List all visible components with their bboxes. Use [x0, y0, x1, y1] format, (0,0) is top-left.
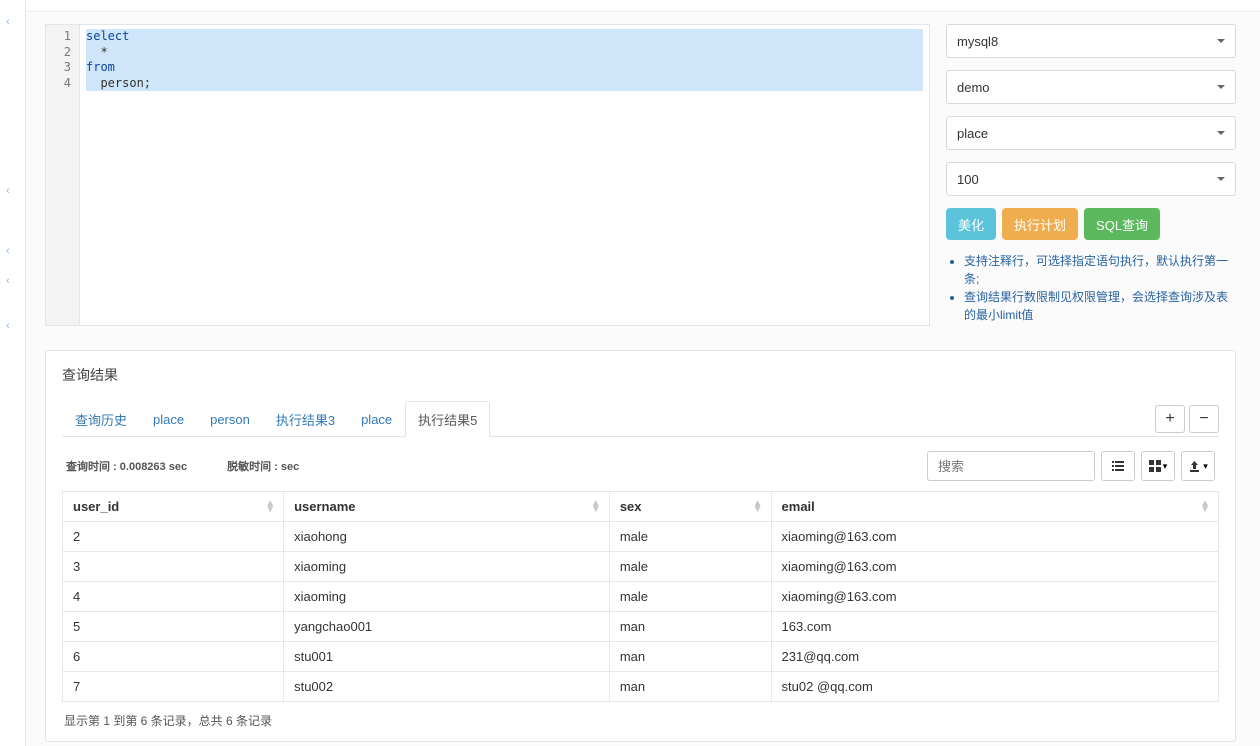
- cell: male: [609, 552, 771, 582]
- cell: xiaoming@163.com: [771, 522, 1218, 552]
- table-row[interactable]: 7 stu002 man stu02 @qq.com: [63, 672, 1219, 702]
- result-tab[interactable]: place: [140, 403, 197, 435]
- add-tab-button[interactable]: +: [1155, 405, 1185, 433]
- cell: man: [609, 672, 771, 702]
- beautify-button[interactable]: 美化: [946, 208, 996, 240]
- table-row[interactable]: 6stu001man231@qq.com: [63, 642, 1219, 672]
- rail-chevron-icon[interactable]: ‹: [6, 16, 10, 28]
- cell: 6: [63, 642, 284, 672]
- cell: man: [609, 612, 771, 642]
- line-number: 2: [46, 45, 71, 61]
- cell: stu002: [284, 672, 610, 702]
- sql-editor[interactable]: 1 2 3 4 select * from person;: [45, 24, 930, 326]
- sort-icon: ▲▼: [1200, 501, 1210, 513]
- result-tab[interactable]: 执行结果5: [405, 401, 490, 437]
- rail-chevron-icon[interactable]: ‹: [6, 275, 10, 287]
- rail-chevron-icon[interactable]: ‹: [6, 245, 10, 257]
- results-table: user_id▲▼username▲▼sex▲▼email▲▼ 2xiaohon…: [62, 491, 1219, 702]
- code-line: *: [86, 45, 923, 61]
- search-input[interactable]: [927, 451, 1095, 481]
- cell: man: [609, 642, 771, 672]
- code-line: from: [86, 60, 115, 74]
- line-number: 1: [46, 29, 71, 45]
- query-time: 查询时间 : 0.008263 sec: [66, 458, 187, 474]
- column-header[interactable]: user_id▲▼: [63, 492, 284, 522]
- database-select[interactable]: demo: [946, 70, 1236, 104]
- export-button[interactable]: ▾: [1181, 451, 1215, 481]
- hints: 支持注释行，可选择指定语句执行，默认执行第一条; 查询结果行数限制见权限管理，会…: [946, 252, 1236, 324]
- cell: male: [609, 582, 771, 612]
- top-toolbar: [26, 0, 1260, 12]
- column-header[interactable]: sex▲▼: [609, 492, 771, 522]
- table-row[interactable]: 5yangchao001man163.com: [63, 612, 1219, 642]
- sort-icon: ▲▼: [591, 501, 601, 513]
- rail-chevron-icon[interactable]: ‹: [6, 320, 10, 332]
- column-header[interactable]: email▲▼: [771, 492, 1218, 522]
- hint-text: 支持注释行，可选择指定语句执行，默认执行第一条;: [964, 252, 1236, 288]
- sort-icon: ▲▼: [265, 501, 275, 513]
- remove-tab-button[interactable]: −: [1189, 405, 1219, 433]
- table-select[interactable]: place: [946, 116, 1236, 150]
- cell: 5: [63, 612, 284, 642]
- hint-text: 查询结果行数限制见权限管理，会选择查询涉及表的最小limit值: [964, 288, 1236, 324]
- cell: 4: [63, 582, 284, 612]
- result-tab[interactable]: 执行结果3: [263, 401, 348, 437]
- table-row[interactable]: 4xiaomingmalexiaoming@163.com: [63, 582, 1219, 612]
- cell: stu001: [284, 642, 610, 672]
- sort-icon: ▲▼: [753, 501, 763, 513]
- grid-icon: [1149, 460, 1161, 472]
- cell: xiaoming: [284, 582, 610, 612]
- cell: 2: [63, 522, 284, 552]
- column-header[interactable]: username▲▼: [284, 492, 610, 522]
- chevron-down-icon: ▾: [1203, 461, 1208, 472]
- left-rail: ‹ ‹ ‹ ‹ ‹: [0, 0, 26, 746]
- run-query-button[interactable]: SQL查询: [1084, 208, 1160, 240]
- cell: xiaoming@163.com: [771, 552, 1218, 582]
- explain-button[interactable]: 执行计划: [1002, 208, 1078, 240]
- code-line: person;: [86, 76, 923, 92]
- result-tab[interactable]: place: [348, 403, 405, 435]
- columns-button[interactable]: ▾: [1141, 451, 1175, 481]
- table-row[interactable]: 3xiaomingmalexiaoming@163.com: [63, 552, 1219, 582]
- cell: 7: [63, 672, 284, 702]
- results-title: 查询结果: [62, 365, 1219, 385]
- code-line: select: [86, 29, 129, 43]
- mask-time: 脱敏时间 : sec: [227, 458, 299, 474]
- table-row[interactable]: 2xiaohongmalexiaoming@163.com: [63, 522, 1219, 552]
- cell: 3: [63, 552, 284, 582]
- cell: 231@qq.com: [771, 642, 1218, 672]
- limit-select[interactable]: 100: [946, 162, 1236, 196]
- toggle-view-button[interactable]: [1101, 451, 1135, 481]
- results-tabs: 查询历史placeperson执行结果3place执行结果5 + −: [62, 395, 1219, 437]
- editor-gutter: 1 2 3 4: [46, 25, 80, 325]
- rail-chevron-icon[interactable]: ‹: [6, 185, 10, 197]
- cell: xiaoming@163.com: [771, 582, 1218, 612]
- result-tab[interactable]: 查询历史: [62, 401, 140, 437]
- connection-select[interactable]: mysql8: [946, 24, 1236, 58]
- cell: xiaoming: [284, 552, 610, 582]
- pagination-info: 显示第 1 到第 6 条记录，总共 6 条记录: [62, 702, 1219, 729]
- cell: yangchao001: [284, 612, 610, 642]
- cell: male: [609, 522, 771, 552]
- export-icon: [1188, 460, 1201, 473]
- result-tab[interactable]: person: [197, 403, 263, 435]
- cell: stu02 @qq.com: [771, 672, 1218, 702]
- chevron-down-icon: ▾: [1163, 461, 1168, 472]
- line-number: 4: [46, 76, 71, 92]
- list-icon: [1111, 459, 1125, 473]
- cell: 163.com: [771, 612, 1218, 642]
- cell: xiaohong: [284, 522, 610, 552]
- editor-content[interactable]: select * from person;: [80, 25, 929, 325]
- line-number: 3: [46, 60, 71, 76]
